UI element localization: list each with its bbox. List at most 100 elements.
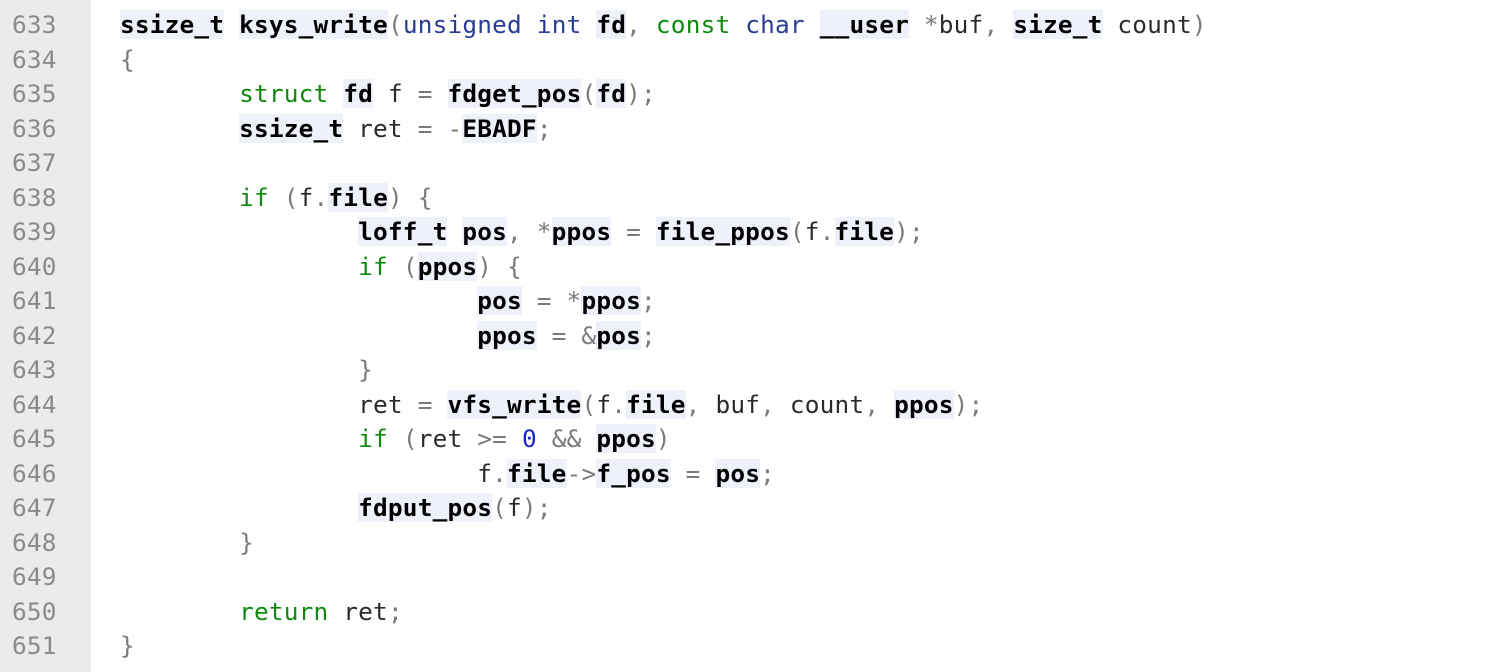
code-line: 642 ppos = &pos; xyxy=(0,319,1488,354)
identifier-link[interactable]: file xyxy=(328,182,388,212)
identifier-link[interactable]: file xyxy=(626,389,686,419)
identifier-link[interactable]: pos xyxy=(462,217,508,246)
line-number[interactable]: 643 xyxy=(12,353,84,388)
identifier-link[interactable]: ssize_t xyxy=(239,113,344,143)
identifier-link[interactable]: pos xyxy=(715,458,761,488)
code-token: { xyxy=(120,44,135,74)
code-token: f xyxy=(507,493,522,522)
identifier-link[interactable]: ppos xyxy=(596,424,656,453)
line-code: if (ppos) { xyxy=(120,250,522,285)
identifier-link[interactable]: EBADF xyxy=(462,113,537,143)
line-number[interactable]: 648 xyxy=(12,526,84,561)
code-line: 634 { xyxy=(0,43,1488,78)
code-line: 645 if (ret >= 0 && ppos) xyxy=(0,422,1488,457)
line-number[interactable]: 637 xyxy=(12,146,84,181)
identifier-link[interactable]: fd xyxy=(343,79,374,108)
identifier-link[interactable]: fd xyxy=(596,79,627,108)
identifier-link[interactable]: fdput_pos xyxy=(358,493,493,522)
line-code: } xyxy=(120,629,135,664)
code-lines: 633 ssize_t ksys_write(unsigned int fd, c… xyxy=(0,8,1488,664)
code-token: struct xyxy=(239,79,329,108)
line-number[interactable]: 640 xyxy=(12,250,84,285)
code-line: 649 xyxy=(0,560,1488,595)
identifier-link[interactable]: file xyxy=(834,217,895,246)
identifier-link[interactable]: pos xyxy=(596,320,641,350)
line-number[interactable]: 633 xyxy=(12,8,84,43)
identifier-link[interactable]: ppos xyxy=(477,320,537,350)
code-token: , xyxy=(626,10,656,39)
identifier-link[interactable]: ssize_t xyxy=(120,10,225,39)
line-number[interactable]: 638 xyxy=(12,181,84,216)
line-number[interactable]: 649 xyxy=(12,560,84,595)
code-line: 636 ssize_t ret = -EBADF; xyxy=(0,112,1488,147)
code-token: = * xyxy=(521,286,582,315)
identifier-link[interactable]: __user xyxy=(819,10,909,39)
code-token: if xyxy=(239,182,269,212)
line-code: } xyxy=(120,353,373,388)
code-token: const xyxy=(655,10,731,39)
code-token: ; xyxy=(760,458,775,488)
identifier-link[interactable]: vfs_write xyxy=(447,389,582,419)
line-number[interactable]: 651 xyxy=(12,629,84,664)
identifier-link[interactable]: ksys_write xyxy=(239,10,388,39)
code-token: ); xyxy=(626,79,656,108)
identifier-link[interactable]: pos xyxy=(477,286,522,315)
line-number[interactable]: 642 xyxy=(12,319,84,354)
code-line: 640 if (ppos) { xyxy=(0,250,1488,285)
code-token: ) { xyxy=(477,251,522,281)
line-code: ret = vfs_write(f.file, buf, count, ppos… xyxy=(120,388,983,423)
code-line: 637 xyxy=(0,146,1488,181)
code-line: 641 pos = *ppos; xyxy=(0,284,1488,319)
line-number[interactable]: 650 xyxy=(12,595,84,630)
line-number[interactable]: 634 xyxy=(12,43,84,78)
line-number[interactable]: 645 xyxy=(12,422,84,457)
code-token: f xyxy=(596,389,612,419)
code-token: . xyxy=(492,458,508,488)
line-code: f.file->f_pos = pos; xyxy=(120,457,775,492)
identifier-link[interactable]: file_ppos xyxy=(655,217,790,246)
identifier-link[interactable]: fdget_pos xyxy=(447,79,582,108)
code-line: 650 return ret; xyxy=(0,595,1488,630)
identifier-link[interactable]: file xyxy=(507,458,567,488)
code-token: return xyxy=(239,596,329,626)
identifier-link[interactable]: f_pos xyxy=(596,458,671,488)
line-number[interactable]: 647 xyxy=(12,491,84,526)
identifier-link[interactable]: ppos xyxy=(417,251,478,281)
identifier-link[interactable]: loff_t xyxy=(358,217,448,246)
code-token: = xyxy=(417,79,433,108)
line-number[interactable]: 646 xyxy=(12,457,84,492)
line-number[interactable]: 635 xyxy=(12,77,84,112)
identifier-link[interactable]: ppos xyxy=(551,217,612,246)
identifier-link[interactable]: size_t xyxy=(1013,10,1103,39)
code-token: . xyxy=(313,182,329,212)
code-token: ( xyxy=(789,217,805,246)
line-code: struct fd f = fdget_pos(fd); xyxy=(120,77,656,112)
code-token: - xyxy=(447,113,463,143)
code-token: f xyxy=(804,217,820,246)
code-token: ); xyxy=(953,389,984,419)
code-line: 647 fdput_pos(f); xyxy=(0,491,1488,526)
code-token: } xyxy=(239,527,254,557)
line-number[interactable]: 641 xyxy=(12,284,84,319)
identifier-link[interactable]: ppos xyxy=(581,286,641,315)
identifier-link[interactable]: fd xyxy=(596,10,627,39)
line-number[interactable]: 644 xyxy=(12,388,84,423)
line-number[interactable]: 639 xyxy=(12,215,84,250)
line-code: if (ret >= 0 && ppos) xyxy=(120,422,671,457)
identifier-link[interactable]: ppos xyxy=(894,389,954,419)
code-token: = xyxy=(417,389,433,419)
line-number[interactable]: 636 xyxy=(12,112,84,147)
code-token: ; xyxy=(640,286,656,315)
code-token: = xyxy=(611,217,656,246)
